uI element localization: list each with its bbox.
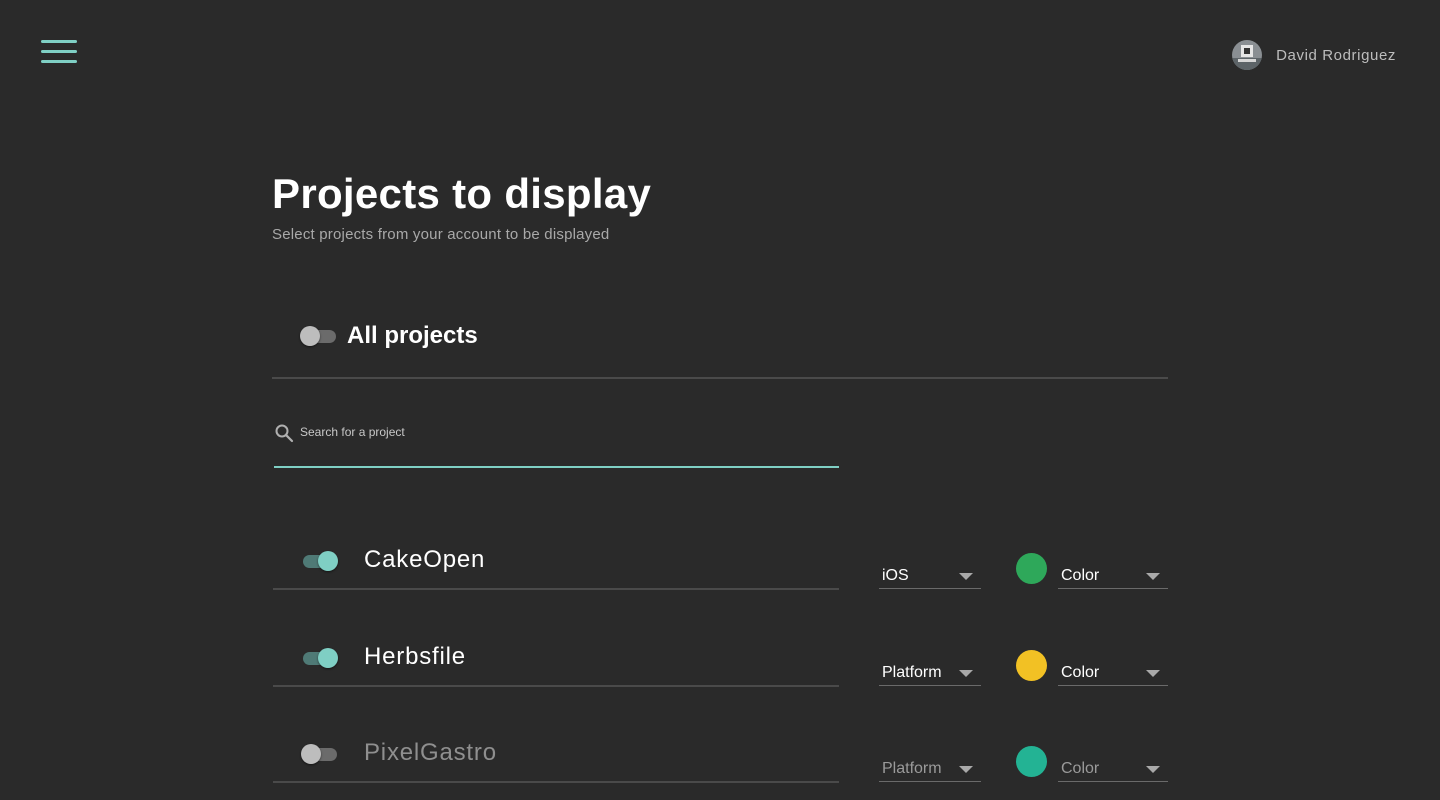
- color-swatch: [1016, 650, 1047, 681]
- chevron-down-icon: [1146, 766, 1160, 773]
- project-toggle[interactable]: [301, 743, 339, 765]
- menu-line: [41, 40, 77, 43]
- project-name-area: CakeOpen: [273, 530, 839, 590]
- project-name-area: Herbsfile: [273, 627, 839, 687]
- color-select-label: Color: [1061, 664, 1100, 681]
- color-select[interactable]: Color: [1058, 757, 1168, 782]
- page-title: Projects to display: [272, 170, 652, 217]
- all-projects-label: All projects: [347, 322, 478, 349]
- toggle-thumb: [318, 648, 338, 668]
- all-projects-row: All projects: [272, 300, 1168, 379]
- color-swatch: [1016, 553, 1047, 584]
- chevron-down-icon: [959, 573, 973, 580]
- platform-select[interactable]: iOS: [879, 564, 981, 589]
- project-toggle[interactable]: [301, 647, 339, 669]
- project-row: Herbsfile Platform Color: [273, 627, 1169, 723]
- project-toggle[interactable]: [301, 550, 339, 572]
- project-name-area: PixelGastro: [273, 723, 839, 783]
- color-select-label: Color: [1061, 760, 1100, 777]
- color-select[interactable]: Color: [1058, 564, 1168, 589]
- page-subtitle: Select projects from your account to be …: [272, 226, 610, 243]
- chevron-down-icon: [1146, 573, 1160, 580]
- toggle-thumb: [300, 326, 320, 346]
- user-profile[interactable]: David Rodriguez: [1232, 40, 1396, 70]
- menu-line: [41, 50, 77, 53]
- chevron-down-icon: [959, 670, 973, 677]
- color-select[interactable]: Color: [1058, 661, 1168, 686]
- platform-value: Platform: [882, 760, 942, 777]
- all-projects-toggle[interactable]: [300, 325, 338, 347]
- menu-line: [41, 60, 77, 63]
- project-row: CakeOpen iOS Color: [273, 530, 1169, 626]
- search-input[interactable]: [300, 422, 820, 442]
- color-swatch: [1016, 746, 1047, 777]
- project-search: [274, 418, 839, 468]
- avatar: [1232, 40, 1263, 70]
- platform-select[interactable]: Platform: [879, 757, 981, 782]
- project-name: PixelGastro: [364, 739, 497, 766]
- toggle-thumb: [301, 744, 321, 764]
- hamburger-menu-icon[interactable]: [41, 39, 77, 65]
- project-name: CakeOpen: [364, 546, 486, 573]
- user-name: David Rodriguez: [1276, 46, 1396, 64]
- color-select-label: Color: [1061, 567, 1100, 584]
- toggle-thumb: [318, 551, 338, 571]
- chevron-down-icon: [959, 766, 973, 773]
- project-row: PixelGastro Platform Color: [273, 723, 1169, 800]
- projects-settings-page: David Rodriguez Projects to display Sele…: [0, 0, 1440, 800]
- platform-value: Platform: [882, 664, 942, 681]
- project-name: Herbsfile: [364, 643, 466, 670]
- chevron-down-icon: [1146, 670, 1160, 677]
- platform-value: iOS: [882, 567, 909, 584]
- search-icon: [275, 424, 294, 443]
- platform-select[interactable]: Platform: [879, 661, 981, 686]
